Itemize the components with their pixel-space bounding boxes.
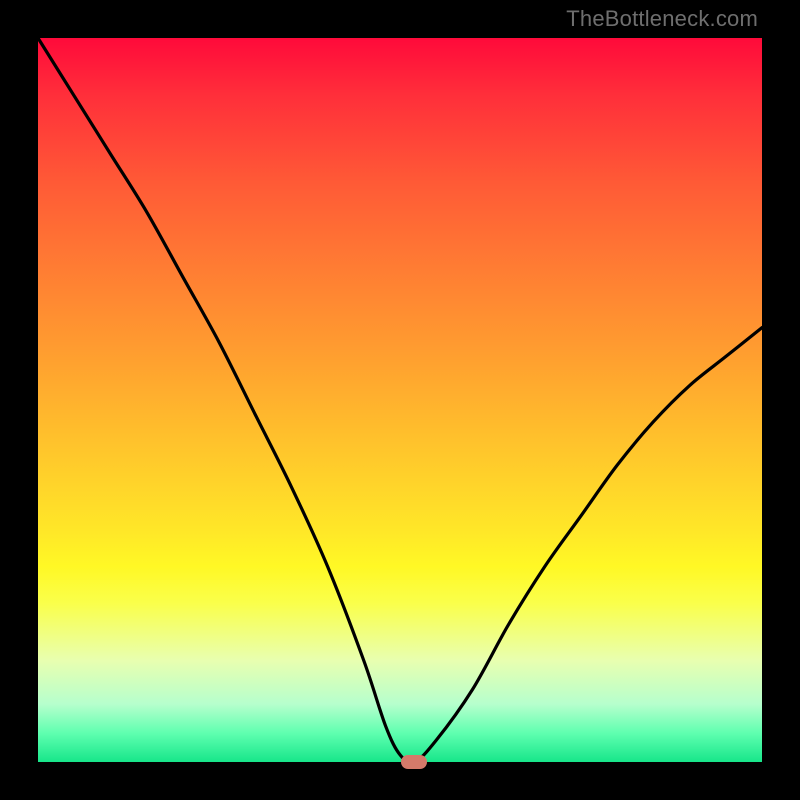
plot-area (38, 38, 762, 762)
watermark-text: TheBottleneck.com (566, 6, 758, 32)
minimum-marker (401, 755, 427, 769)
chart-frame: TheBottleneck.com (0, 0, 800, 800)
bottleneck-curve (38, 38, 762, 762)
